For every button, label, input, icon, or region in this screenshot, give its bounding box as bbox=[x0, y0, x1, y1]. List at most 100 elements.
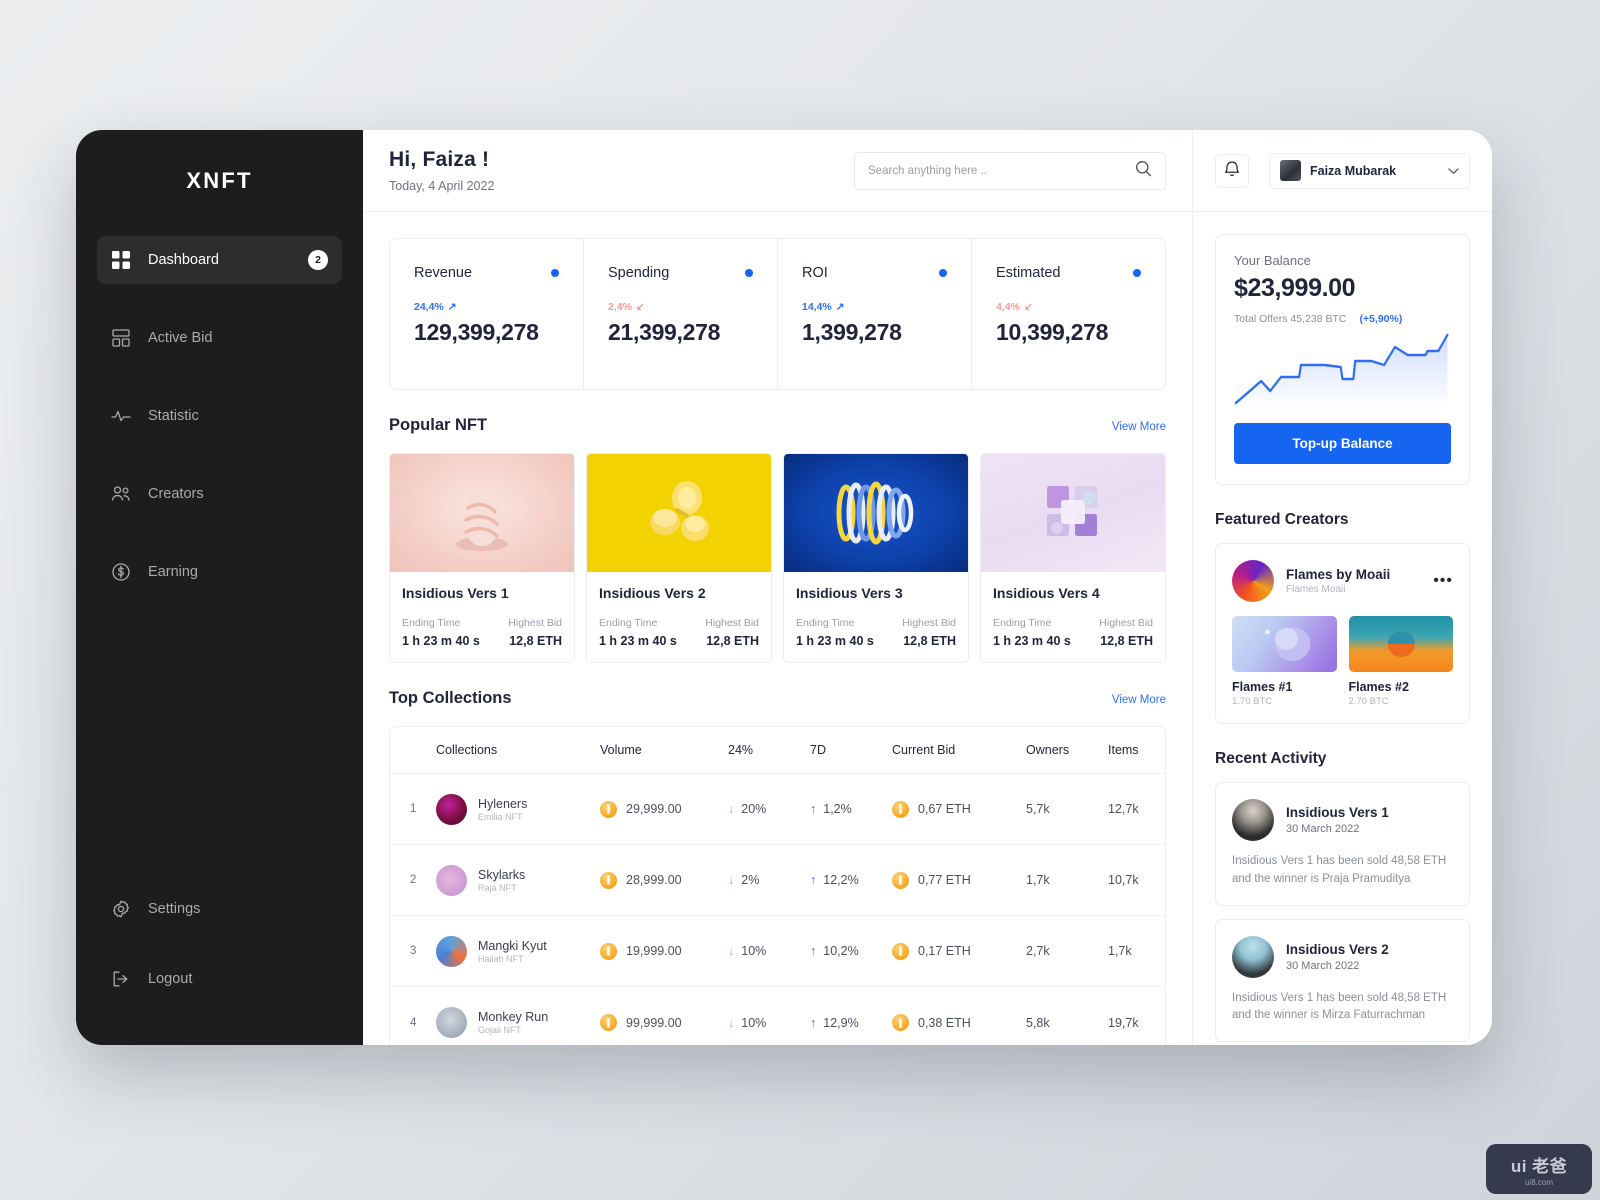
stat-delta-value: 2,4% bbox=[608, 301, 632, 313]
column-header-volume: Volume bbox=[600, 743, 642, 757]
rail-scroll-region[interactable]: Your Balance $23,999.00 Total Offers 45,… bbox=[1193, 212, 1492, 1045]
nft-card[interactable]: Insidious Vers 3 Ending Time 1 h 23 m 40… bbox=[783, 453, 969, 663]
row-24: ↓ 10% bbox=[728, 944, 810, 958]
row-collection: Monkey Run Gojali NFT bbox=[436, 1007, 600, 1038]
collection-sub: Hailah NFT bbox=[478, 953, 524, 964]
search-input[interactable] bbox=[868, 164, 1135, 177]
dollar-circle-icon bbox=[111, 562, 131, 582]
avatar bbox=[1280, 160, 1301, 181]
column-header-7d: 7D bbox=[810, 743, 826, 757]
row-7d: ↑ 10,2% bbox=[810, 944, 892, 958]
stat-delta-value: 24,4% bbox=[414, 301, 444, 313]
table-row[interactable]: 2 Skylarks Raja NFT 28,999.00 ↓ 2% ↑ 12,2%… bbox=[390, 845, 1165, 916]
creator-name: Flames by Moaii bbox=[1286, 567, 1391, 582]
watermark-main: ui 老爸 bbox=[1510, 1156, 1568, 1176]
activity-card[interactable]: Insidious Vers 2 30 March 2022 Insidious… bbox=[1215, 918, 1470, 1043]
work-price: 1.70 BTC bbox=[1232, 696, 1273, 707]
row-24: ↓ 20% bbox=[728, 802, 810, 816]
coin-icon bbox=[892, 942, 909, 960]
bid-value: 0,17 ETH bbox=[918, 944, 971, 958]
sidebar-item-label: Earning bbox=[148, 564, 198, 580]
creator-work[interactable]: Flames #2 2.70 BTC bbox=[1348, 616, 1453, 707]
section-title: Top Collections bbox=[389, 689, 512, 707]
arrow-down-icon: ↙ bbox=[1023, 301, 1033, 313]
popular-nft-grid: Insidious Vers 1 Ending Time 1 h 23 m 40… bbox=[389, 453, 1166, 663]
sidebar-item-label: Logout bbox=[148, 971, 193, 987]
bid-value: 0,67 ETH bbox=[918, 802, 971, 816]
nft-bid-label: Highest Bid bbox=[508, 617, 562, 629]
stat-card-estimated[interactable]: Estimated 4,4% ↙ 10,399,278 bbox=[972, 239, 1165, 389]
sidebar-nav: Dashboard 2 Active Bid Statistic Creator… bbox=[76, 236, 363, 596]
main-scroll-region[interactable]: Revenue 24,4% ↗ 129,399,278 Spending 2,4… bbox=[363, 212, 1192, 1045]
balance-label: Your Balance bbox=[1234, 253, 1311, 268]
nft-thumbnail bbox=[784, 454, 968, 572]
stat-delta: 2,4% ↙ bbox=[608, 301, 753, 313]
featured-creator-card[interactable]: Flames by Moaii Flames Moaii ••• Flames … bbox=[1215, 543, 1470, 724]
arrow-down-icon: ↓ bbox=[728, 1015, 735, 1030]
d7-value: 10,2% bbox=[823, 944, 859, 958]
collections-view-more-link[interactable]: View More bbox=[1112, 694, 1166, 706]
row-items: 10,7k bbox=[1108, 873, 1139, 887]
page-title: Hi, Faiza ! bbox=[389, 148, 490, 171]
sidebar-item-earning[interactable]: Earning bbox=[97, 548, 342, 596]
nft-card[interactable]: Insidious Vers 1 Ending Time 1 h 23 m 40… bbox=[389, 453, 575, 663]
row-bid: 0,77 ETH bbox=[892, 871, 1026, 889]
stat-delta-value: 4,4% bbox=[996, 301, 1020, 313]
d24-value: 10% bbox=[741, 1015, 767, 1030]
profile-dropdown[interactable]: Faiza Mubarak bbox=[1269, 152, 1470, 189]
profile-name: Faiza Mubarak bbox=[1310, 163, 1397, 178]
row-7d: ↑ 1,2% bbox=[810, 802, 892, 816]
app-logo: XNFT bbox=[186, 168, 253, 193]
more-horizontal-icon[interactable]: ••• bbox=[1433, 573, 1453, 589]
nft-card[interactable]: Insidious Vers 4 Ending Time 1 h 23 m 40… bbox=[980, 453, 1166, 663]
row-bid: 0,38 ETH bbox=[892, 1014, 1026, 1031]
d7-value: 1,2% bbox=[823, 802, 852, 816]
notifications-button[interactable] bbox=[1215, 153, 1249, 188]
search-icon[interactable] bbox=[1135, 160, 1152, 182]
arrow-down-icon: ↓ bbox=[728, 802, 735, 816]
nft-ending-label: Ending Time bbox=[993, 617, 1052, 629]
collection-sub: Emilia NFT bbox=[478, 811, 523, 822]
sidebar-item-statistic[interactable]: Statistic bbox=[97, 392, 342, 440]
nft-card[interactable]: Insidious Vers 2 Ending Time 1 h 23 m 40… bbox=[586, 453, 772, 663]
nft-ending-label: Ending Time bbox=[796, 617, 855, 629]
d24-value: 20% bbox=[741, 802, 767, 816]
table-row[interactable]: 4 Monkey Run Gojali NFT 99,999.00 ↓ 10% ↑… bbox=[390, 987, 1165, 1045]
sidebar-item-active-bid[interactable]: Active Bid bbox=[97, 314, 342, 362]
balance-change: (+5,90%) bbox=[1359, 313, 1403, 325]
popular-view-more-link[interactable]: View More bbox=[1112, 421, 1166, 433]
sidebar-item-dashboard[interactable]: Dashboard 2 bbox=[97, 236, 342, 284]
sidebar-item-settings[interactable]: Settings bbox=[97, 885, 342, 933]
stat-card-spending[interactable]: Spending 2,4% ↙ 21,399,278 bbox=[584, 239, 778, 389]
row-owners: 1,7k bbox=[1026, 873, 1050, 887]
sidebar-item-creators[interactable]: Creators bbox=[97, 470, 342, 518]
row-bid: 0,17 ETH bbox=[892, 942, 1026, 960]
coin-icon bbox=[892, 800, 909, 818]
row-collection: Skylarks Raja NFT bbox=[436, 864, 600, 896]
content-area: Hi, Faiza ! Today, 4 April 2022 Revenue bbox=[363, 130, 1492, 1045]
activity-card[interactable]: Insidious Vers 1 30 March 2022 Insidious… bbox=[1215, 782, 1470, 906]
arrow-up-icon: ↑ bbox=[810, 944, 817, 958]
watermark: ui 老爸 ui8.com bbox=[1486, 1144, 1592, 1194]
d24-value: 2% bbox=[741, 873, 760, 887]
nft-title: Insidious Vers 1 bbox=[402, 585, 509, 601]
row-rank: 3 bbox=[410, 945, 417, 957]
stat-label: ROI bbox=[802, 265, 828, 281]
stat-card-roi[interactable]: ROI 14,4% ↗ 1,399,278 bbox=[778, 239, 972, 389]
column-header-24: 24% bbox=[728, 743, 754, 757]
search-box[interactable] bbox=[854, 151, 1166, 190]
creator-work[interactable]: Flames #1 1.70 BTC bbox=[1232, 616, 1337, 707]
sidebar-item-logout[interactable]: Logout bbox=[97, 955, 342, 1003]
stat-value: 1,399,278 bbox=[802, 319, 902, 345]
stat-card-revenue[interactable]: Revenue 24,4% ↗ 129,399,278 bbox=[390, 239, 584, 389]
table-row[interactable]: 1 Hyleners Emilia NFT 29,999.00 ↓ 20% ↑ 1,… bbox=[390, 774, 1165, 845]
arrow-up-icon: ↗ bbox=[835, 301, 845, 313]
topup-balance-button[interactable]: Top-up Balance bbox=[1234, 423, 1451, 464]
chevron-down-icon[interactable] bbox=[1448, 162, 1459, 180]
arrow-up-icon: ↑ bbox=[810, 1015, 817, 1030]
table-row[interactable]: 3 Mangki Kyut Hailah NFT 19,999.00 ↓ 10% … bbox=[390, 916, 1165, 987]
nft-bid-value: 12,8 ETH bbox=[706, 634, 759, 648]
logout-icon bbox=[111, 969, 131, 989]
row-rank: 4 bbox=[410, 1016, 417, 1029]
grid-icon bbox=[111, 250, 131, 270]
